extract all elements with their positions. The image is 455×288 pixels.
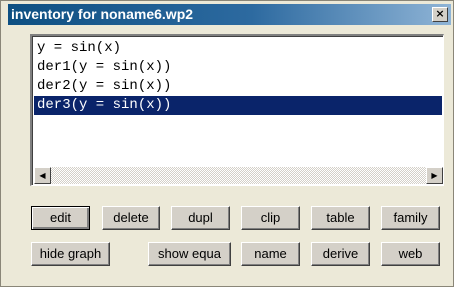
- scroll-left-button[interactable]: ◀: [34, 167, 51, 184]
- web-button[interactable]: web: [381, 242, 440, 266]
- list-item[interactable]: der2(y = sin(x)): [34, 77, 442, 96]
- list-item-selected[interactable]: der3(y = sin(x)): [34, 96, 442, 115]
- list-items: y = sin(x) der1(y = sin(x)) der2(y = sin…: [34, 39, 442, 115]
- arrow-left-icon: ◀: [39, 171, 46, 180]
- arrow-right-icon: ▶: [431, 171, 438, 180]
- close-button[interactable]: ×: [432, 7, 448, 22]
- dupl-button[interactable]: dupl: [171, 206, 230, 230]
- name-button[interactable]: name: [241, 242, 300, 266]
- title-bar[interactable]: inventory for noname6.wp2 ×: [8, 4, 451, 25]
- close-icon: ×: [435, 7, 445, 20]
- list-item[interactable]: y = sin(x): [34, 39, 442, 58]
- inventory-list[interactable]: y = sin(x) der1(y = sin(x)) der2(y = sin…: [30, 34, 444, 186]
- family-button[interactable]: family: [381, 206, 440, 230]
- hide-graph-button[interactable]: hide graph: [31, 242, 110, 266]
- delete-button[interactable]: delete: [102, 206, 160, 230]
- show-equa-button[interactable]: show equa: [148, 242, 231, 266]
- window-title: inventory for noname6.wp2: [11, 6, 194, 22]
- table-button[interactable]: table: [311, 206, 370, 230]
- edit-button[interactable]: edit: [31, 206, 90, 230]
- scroll-right-button[interactable]: ▶: [426, 167, 443, 184]
- list-item[interactable]: der1(y = sin(x)): [34, 58, 442, 77]
- horizontal-scrollbar[interactable]: ◀ ▶: [34, 167, 443, 184]
- inventory-window: inventory for noname6.wp2 × y = sin(x) d…: [0, 0, 454, 287]
- derive-button[interactable]: derive: [311, 242, 370, 266]
- clip-button[interactable]: clip: [241, 206, 300, 230]
